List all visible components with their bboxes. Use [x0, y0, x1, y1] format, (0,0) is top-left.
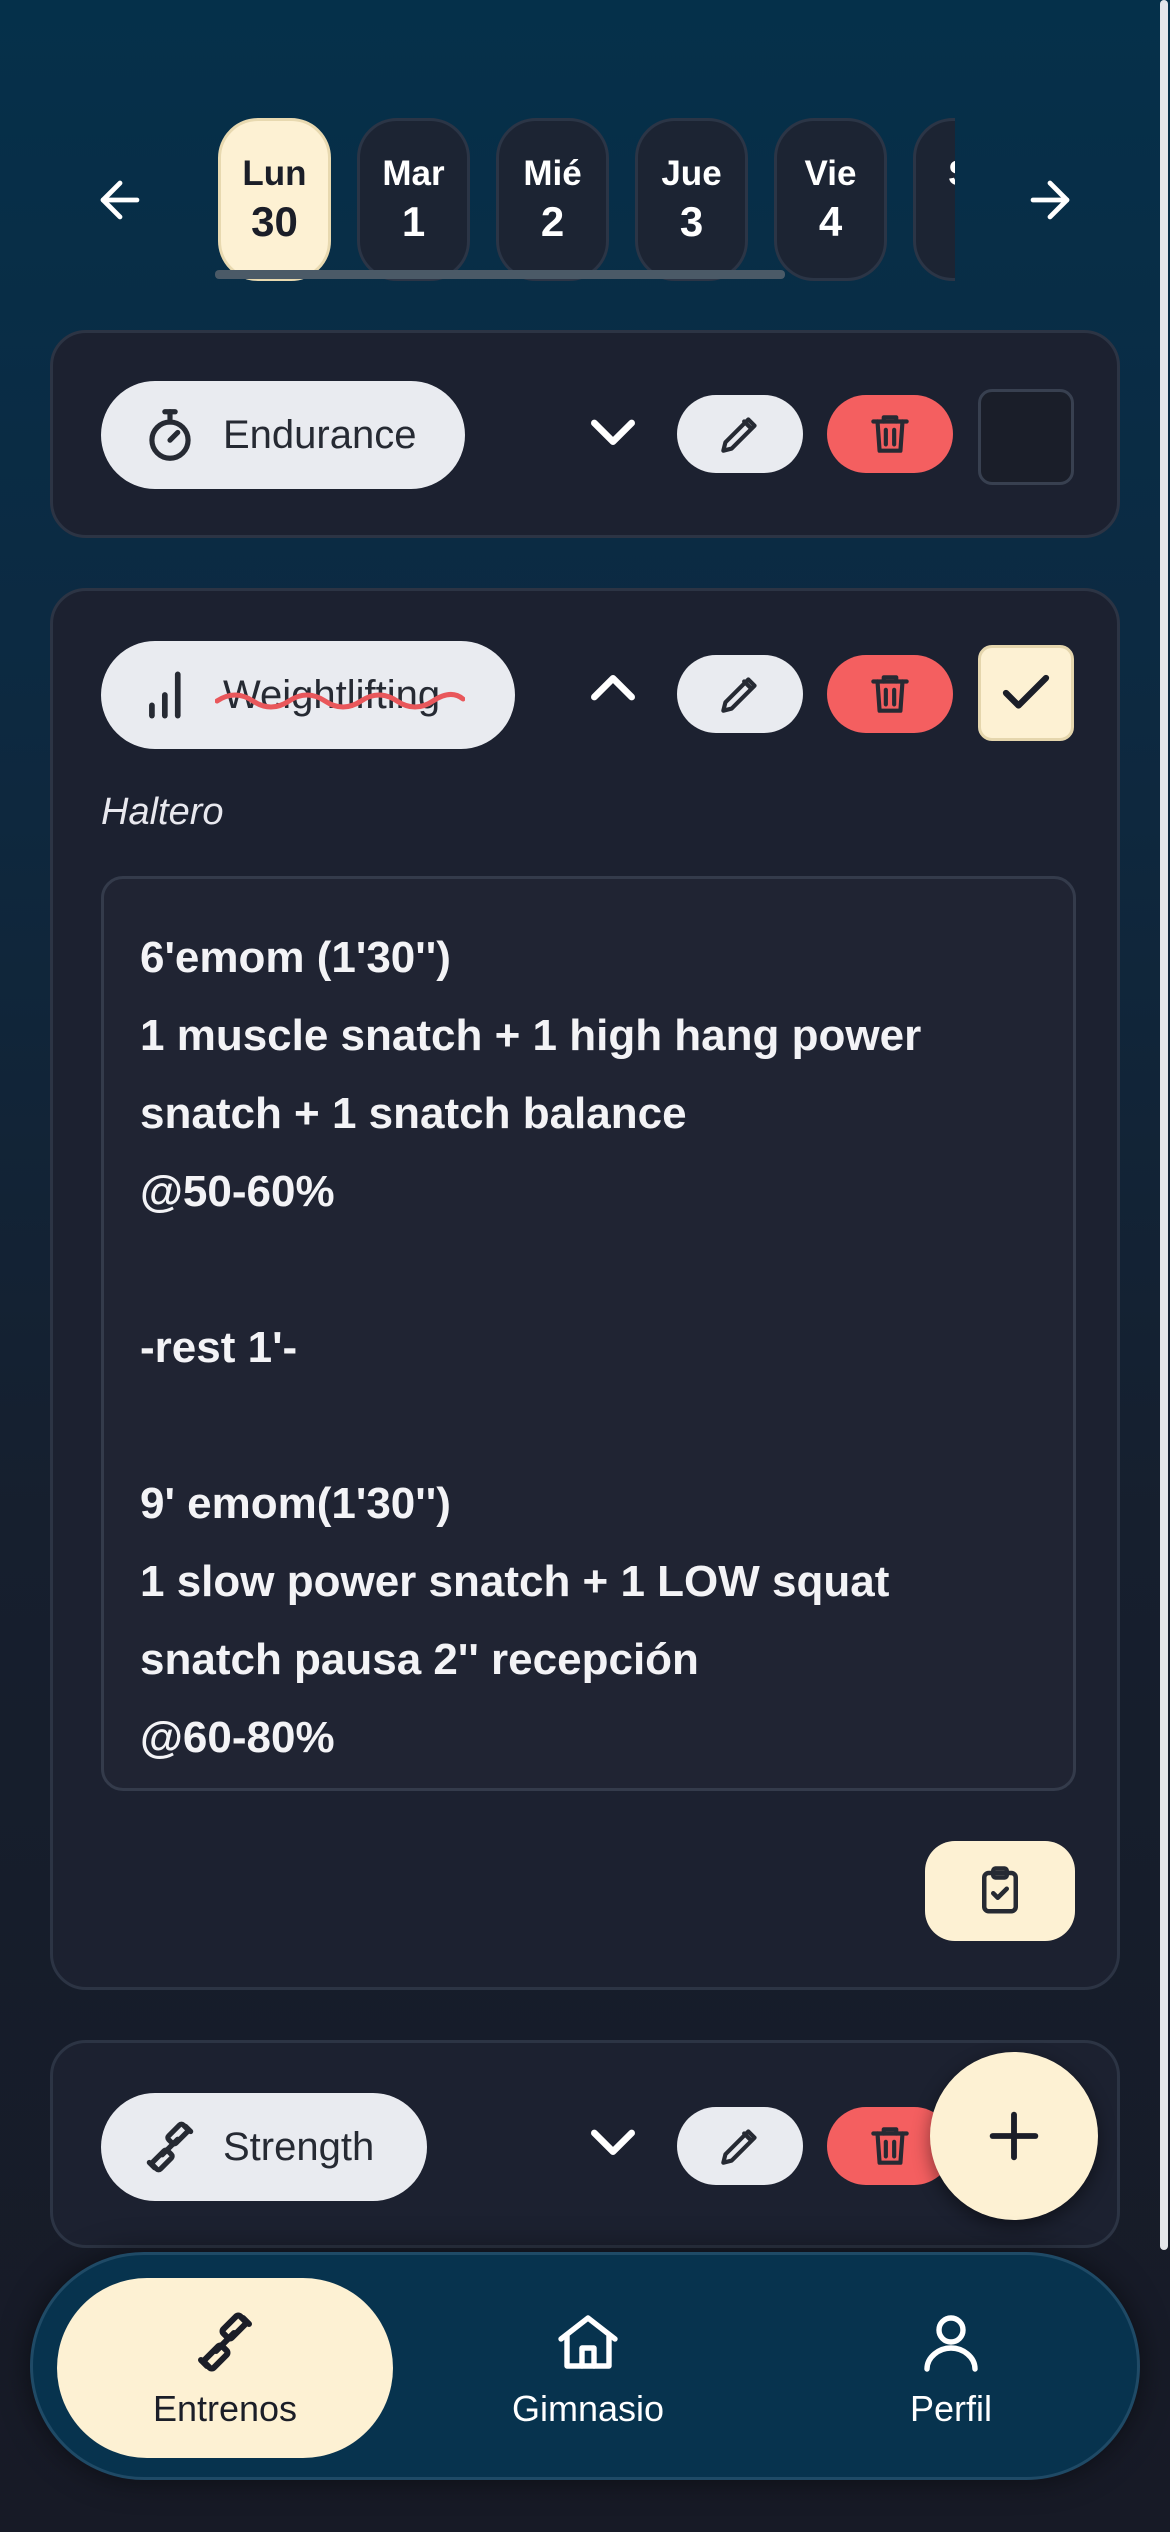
notes-line — [140, 1231, 1037, 1309]
stopwatch-icon — [149, 409, 191, 461]
notes-line: @50-60% — [140, 1167, 335, 1216]
bar-chart-icon — [149, 671, 181, 719]
notes-line: snatch + 1 snatch balance — [140, 1089, 687, 1138]
workout-notes[interactable]: 6'emom (1'30'') 1 muscle snatch + 1 high… — [101, 876, 1076, 1791]
delete-button[interactable] — [827, 655, 953, 733]
notes-line: -rest 1'- — [140, 1323, 298, 1372]
expand-button[interactable] — [573, 391, 653, 471]
pencil-icon — [721, 417, 757, 453]
day-chip-mar[interactable]: Mar 1 — [357, 118, 470, 281]
home-icon — [558, 2315, 618, 2369]
nav-label: Entrenos — [152, 2388, 298, 2429]
category-label: Endurance — [223, 412, 417, 457]
next-week-button[interactable] — [1000, 150, 1100, 250]
notes-line: 6'emom (1'30'') — [140, 933, 451, 982]
user-icon — [924, 2315, 978, 2372]
notes-line: @60-80% — [140, 1713, 335, 1762]
nav-tab-perfil[interactable]: Perfil — [783, 2278, 1119, 2458]
trash-icon — [871, 415, 909, 453]
spellcheck-underline-icon — [215, 691, 465, 709]
trash-icon — [871, 675, 909, 713]
edit-button[interactable] — [677, 2107, 803, 2185]
edit-button[interactable] — [677, 395, 803, 473]
workout-subtitle: Haltero — [101, 791, 224, 833]
dumbbell-icon — [198, 2312, 252, 2372]
category-pill-weightlifting[interactable]: Weightlifting — [101, 641, 515, 749]
chevron-down-icon — [591, 419, 635, 445]
bottom-navigation: Entrenos Gimnasio Perfil — [30, 2252, 1140, 2480]
clipboard-check-icon — [982, 1866, 1018, 1914]
nav-tab-gimnasio[interactable]: Gimnasio — [420, 2278, 756, 2458]
day-chip-jue[interactable]: Jue 3 — [635, 118, 748, 281]
notes-line: 1 slow power snatch + 1 LOW squat — [140, 1557, 890, 1606]
plus-icon — [989, 2111, 1039, 2161]
pencil-icon — [721, 2129, 757, 2165]
prev-week-button[interactable] — [70, 150, 170, 250]
category-pill-endurance[interactable]: Endurance — [101, 381, 465, 489]
collapse-button[interactable] — [573, 649, 653, 729]
nav-tab-entrenos[interactable]: Entrenos — [57, 2278, 393, 2458]
page-scrollbar[interactable] — [1160, 0, 1168, 2250]
workout-card-weightlifting: Weightlifting Haltero 6'emom (1'30'') 1 … — [50, 588, 1120, 1990]
dumbbell-icon — [146, 2121, 194, 2173]
category-pill-strength[interactable]: Strength — [101, 2093, 427, 2201]
notes-line — [140, 1387, 1037, 1465]
chevron-up-icon — [591, 675, 635, 701]
arrow-left-icon — [100, 180, 140, 220]
notes-line: 9' emom(1'30'') — [140, 1479, 451, 1528]
log-result-button[interactable] — [925, 1841, 1075, 1941]
workout-card-endurance: Endurance — [50, 330, 1120, 538]
notes-line: 1 muscle snatch + 1 high hang power — [140, 1011, 922, 1060]
edit-button[interactable] — [677, 655, 803, 733]
nav-label: Perfil — [909, 2388, 993, 2429]
add-workout-button[interactable] — [930, 2052, 1098, 2220]
notes-line: snatch pausa 2'' recepción — [140, 1635, 699, 1684]
trash-icon — [871, 2127, 909, 2165]
day-chip-lun[interactable]: Lun 30 — [218, 118, 331, 281]
delete-button[interactable] — [827, 395, 953, 473]
day-scroll-indicator — [215, 270, 785, 279]
day-selector: Lun 30 Mar 1 Mié 2 Jue 3 Vie 4 Sá 5 — [215, 118, 955, 288]
pencil-icon — [721, 677, 757, 713]
expand-button[interactable] — [573, 2101, 653, 2181]
checkmark-icon — [1002, 674, 1050, 709]
nav-label: Gimnasio — [511, 2388, 665, 2429]
complete-checkbox[interactable] — [978, 389, 1074, 485]
chevron-down-icon — [591, 2129, 635, 2155]
day-chip-sab[interactable]: Sá 5 — [913, 118, 955, 281]
complete-checkbox[interactable] — [978, 645, 1074, 741]
day-chip-vie[interactable]: Vie 4 — [774, 118, 887, 281]
arrow-right-icon — [1030, 180, 1070, 220]
day-chip-mie[interactable]: Mié 2 — [496, 118, 609, 281]
category-label: Strength — [223, 2124, 375, 2169]
